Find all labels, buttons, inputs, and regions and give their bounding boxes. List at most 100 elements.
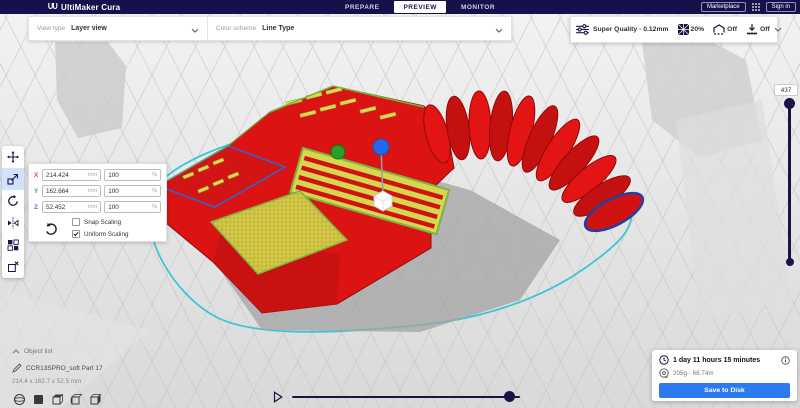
tool-scale-button[interactable] [2, 168, 24, 190]
percent-unit: % [151, 188, 157, 194]
snap-scaling-label: Snap Scaling [84, 218, 122, 226]
3d-view-icon [13, 393, 26, 406]
apps-grid-icon[interactable] [751, 3, 760, 11]
object-list-toggle[interactable]: Object list [12, 348, 53, 355]
front-view-icon [32, 393, 45, 406]
tab-preview[interactable]: PREVIEW [394, 1, 446, 13]
color-scheme-dropdown[interactable]: Color scheme Line Type [208, 17, 511, 40]
app-logo: UltiMaker Cura [48, 0, 120, 14]
material-spool-icon [659, 368, 669, 378]
play-button[interactable] [271, 390, 285, 404]
print-summary-panel: 1 day 11 hours 15 minutes 205g · 68.74m … [652, 350, 797, 401]
scale-z-mm-value: 52.452 [46, 203, 66, 211]
adhesion-value: Off [759, 26, 770, 33]
snap-scaling-checkbox[interactable]: Snap Scaling [72, 218, 128, 226]
per-model-settings-icon [7, 239, 19, 251]
support-value: Off [727, 26, 737, 33]
chevron-down-icon [774, 27, 782, 32]
marketplace-button[interactable]: Marketplace [700, 2, 746, 12]
sign-in-button[interactable]: Sign in [765, 2, 796, 12]
reset-icon [44, 222, 59, 237]
scale-y-percent-value: 100 [108, 187, 119, 195]
reset-scale-button[interactable] [40, 217, 62, 241]
chevron-up-icon [12, 349, 20, 354]
top-bar: UltiMaker Cura PREPARE PREVIEW MONITOR M… [0, 0, 800, 14]
mm-unit: mm [87, 204, 98, 210]
stage-tabs: PREPARE PREVIEW MONITOR [336, 0, 504, 14]
scale-row-y: Y 162.664 mm 100 % [34, 185, 161, 197]
left-view-icon [70, 393, 83, 406]
move-icon [7, 151, 19, 163]
color-scheme-value: Line Type [262, 25, 295, 32]
percent-unit: % [151, 204, 157, 210]
uniform-scaling-label: Uniform Scaling [84, 230, 129, 238]
scale-row-x: X 214.424 mm 100 % [34, 169, 161, 181]
axis-y-label: Y [34, 187, 39, 195]
infill-value: 20% [690, 26, 705, 33]
save-to-disk-button[interactable]: Save to Disk [659, 383, 790, 398]
tool-rotate-button[interactable] [2, 190, 24, 212]
chevron-down-icon [191, 20, 199, 38]
material-estimate: 205g · 68.74m [673, 369, 714, 377]
axis-z-label: Z [34, 203, 38, 211]
layer-number-indicator: 437 [774, 84, 798, 96]
play-icon [273, 391, 283, 403]
simulation-slider-track[interactable] [292, 396, 520, 398]
uniform-scaling-checkbox[interactable]: Uniform Scaling [72, 230, 128, 238]
ultimaker-logo-icon [48, 3, 58, 11]
view-top-button[interactable] [50, 392, 65, 407]
mm-unit: mm [87, 188, 98, 194]
chevron-down-icon [495, 20, 503, 38]
object-dimensions: 214.4 x 162.7 x 52.5 mm [12, 378, 82, 385]
scale-x-mm-input[interactable]: 214.424 mm [42, 169, 102, 181]
view-type-label: View type [37, 25, 66, 32]
layer-slider-track[interactable] [788, 99, 791, 266]
gizmo-handle-blue [372, 138, 390, 156]
view-front-button[interactable] [31, 392, 46, 407]
scale-x-mm-value: 214.424 [46, 171, 69, 179]
print-settings-panel[interactable]: Super Quality - 0.12mm 20% Off Off [570, 16, 782, 43]
view-type-dropdown[interactable]: View type Layer view [29, 17, 207, 40]
tool-move-button[interactable] [2, 146, 24, 168]
layer-slider-handle-bottom[interactable] [785, 258, 794, 266]
scale-y-mm-input[interactable]: 162.664 mm [42, 185, 102, 197]
tab-monitor[interactable]: MONITOR [452, 1, 504, 13]
tool-per-model-settings-button[interactable] [2, 234, 24, 256]
tab-prepare[interactable]: PREPARE [336, 1, 388, 13]
scale-row-z: Z 52.452 mm 100 % [34, 201, 161, 213]
view-left-button[interactable] [69, 392, 84, 407]
scale-tool-panel: X 214.424 mm 100 % Y 162.664 mm 100 % Z [28, 163, 167, 242]
scale-z-percent-input[interactable]: 100 % [104, 201, 161, 213]
view-right-button[interactable] [88, 392, 103, 407]
layer-slider-handle-top[interactable] [784, 98, 795, 109]
info-icon[interactable] [781, 355, 790, 365]
camera-view-buttons [12, 392, 103, 407]
slicing-settings-icon [576, 24, 589, 35]
mirror-icon [7, 217, 19, 229]
right-view-icon [89, 393, 102, 406]
view-type-value: Layer view [71, 25, 107, 32]
rotate-icon [7, 195, 19, 207]
scale-z-percent-value: 100 [108, 203, 119, 211]
object-list-title: Object list [24, 348, 53, 355]
object-list-item[interactable]: CCR13SPRO_soft Part 17 [12, 363, 103, 373]
tool-mirror-button[interactable] [2, 212, 24, 234]
scale-icon [7, 173, 19, 185]
scale-x-percent-value: 100 [108, 171, 119, 179]
checkbox-box [72, 218, 80, 226]
tool-support-blocker-button[interactable] [2, 256, 24, 278]
top-view-icon [51, 393, 64, 406]
view-3d-button[interactable] [12, 392, 27, 407]
cura-window: UltiMaker Cura PREPARE PREVIEW MONITOR M… [0, 0, 800, 408]
scale-z-mm-input[interactable]: 52.452 mm [42, 201, 102, 213]
infill-icon [677, 24, 689, 35]
simulation-slider-handle[interactable] [504, 391, 515, 402]
support-icon [713, 24, 725, 35]
checkbox-box [72, 230, 80, 238]
object-name: CCR13SPRO_soft Part 17 [26, 364, 103, 372]
scale-y-percent-input[interactable]: 100 % [104, 185, 161, 197]
scale-x-percent-input[interactable]: 100 % [104, 169, 161, 181]
support-blocker-icon [7, 261, 19, 273]
scale-y-mm-value: 162.664 [46, 187, 69, 195]
tool-sidebar [2, 146, 24, 278]
